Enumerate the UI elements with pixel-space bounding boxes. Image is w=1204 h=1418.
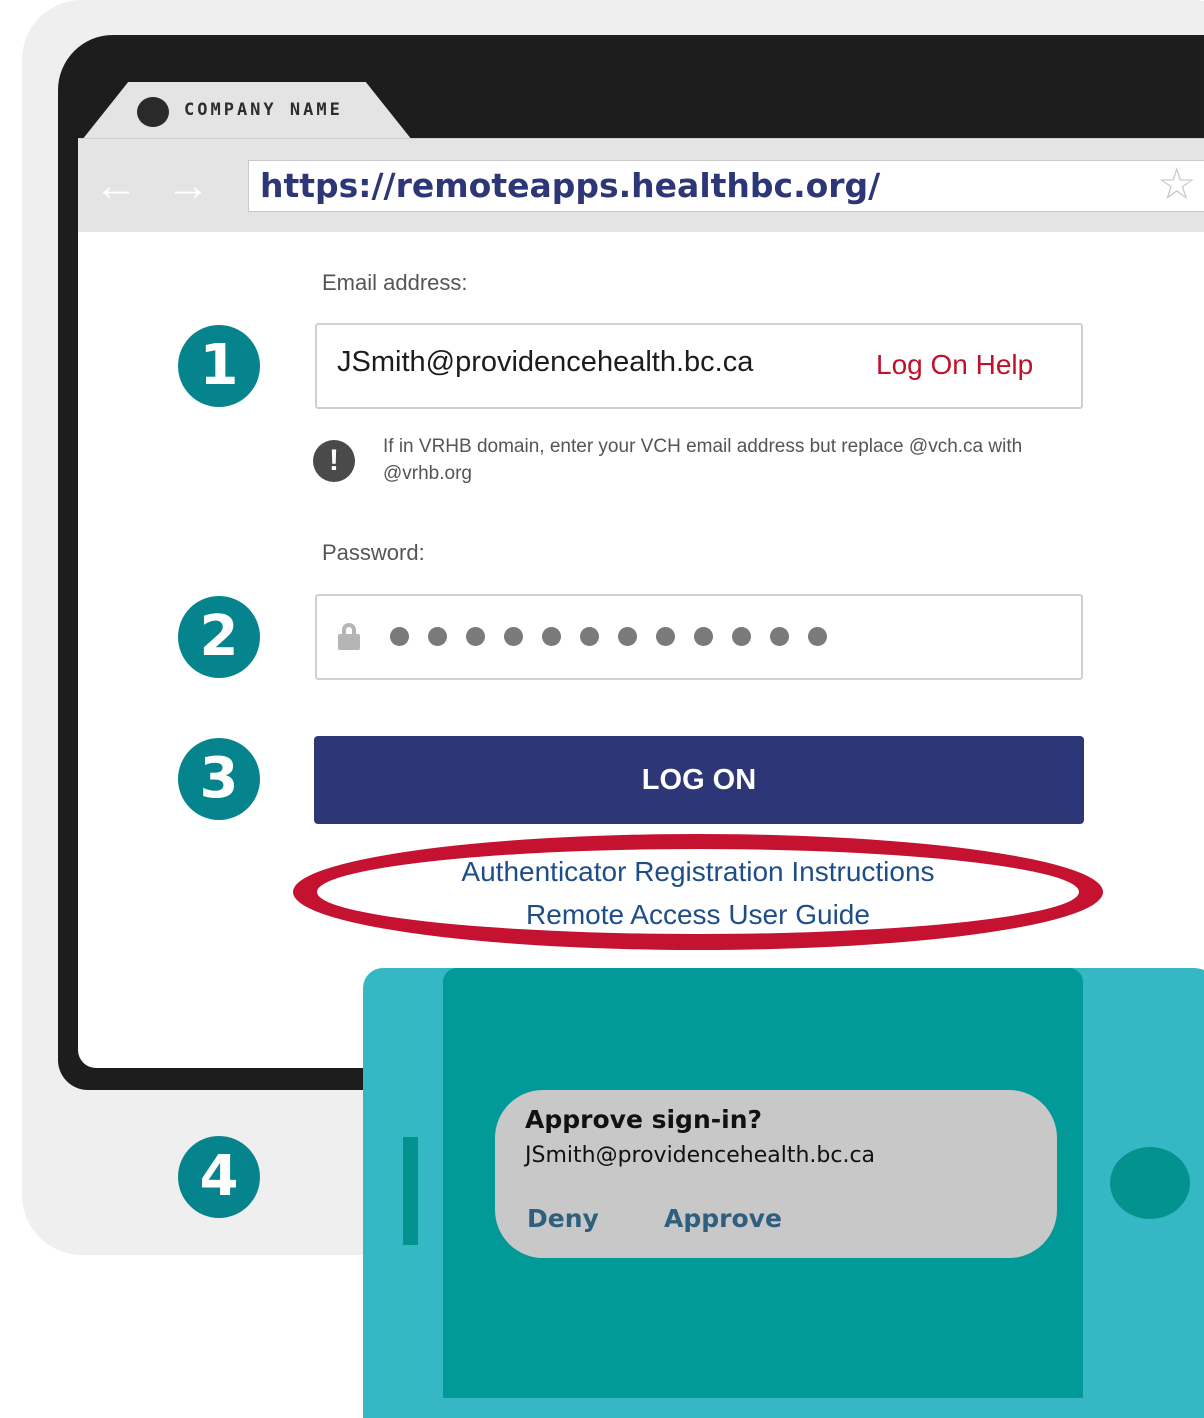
highlight-ellipse xyxy=(293,834,1103,950)
url-text[interactable]: https://remoteapps.healthbc.org/ xyxy=(260,166,880,205)
password-mask-dot xyxy=(732,627,751,646)
password-mask xyxy=(390,627,827,646)
authenticator-registration-link[interactable]: Authenticator Registration Instructions xyxy=(293,856,1103,888)
lock-icon xyxy=(338,623,360,651)
password-label: Password: xyxy=(322,540,425,565)
password-mask-dot xyxy=(694,627,713,646)
password-mask-dot xyxy=(808,627,827,646)
password-mask-dot xyxy=(618,627,637,646)
notification-title: Approve sign-in? xyxy=(525,1105,762,1134)
password-mask-dot xyxy=(542,627,561,646)
step-1-badge: 1 xyxy=(178,325,260,407)
phone-home-button[interactable] xyxy=(1110,1147,1190,1219)
password-mask-dot xyxy=(466,627,485,646)
deny-button[interactable]: Deny xyxy=(527,1204,599,1233)
tab-favicon xyxy=(137,97,169,127)
password-mask-dot xyxy=(770,627,789,646)
log-on-help-link[interactable]: Log On Help xyxy=(876,349,1033,381)
notification-email: JSmith@providencehealth.bc.ca xyxy=(525,1143,876,1168)
email-value[interactable]: JSmith@providencehealth.bc.ca xyxy=(337,346,753,379)
log-on-button[interactable]: LOG ON xyxy=(314,736,1084,824)
password-mask-dot xyxy=(580,627,599,646)
step-3-badge: 3 xyxy=(178,738,260,820)
step-2-badge: 2 xyxy=(178,596,260,678)
exclamation-icon: ! xyxy=(313,440,355,482)
domain-hint: If in VRHB domain, enter your VCH email … xyxy=(383,436,1023,484)
remote-access-user-guide-link[interactable]: Remote Access User Guide xyxy=(293,899,1103,931)
email-label: Email address: xyxy=(322,270,468,295)
password-mask-dot xyxy=(390,627,409,646)
back-arrow-icon[interactable]: ← xyxy=(94,160,138,212)
step-4-badge: 4 xyxy=(178,1136,260,1218)
password-mask-dot xyxy=(504,627,523,646)
tab-title: COMPANY NAME xyxy=(184,100,343,120)
password-mask-dot xyxy=(428,627,447,646)
forward-arrow-icon[interactable]: → xyxy=(166,160,210,212)
password-mask-dot xyxy=(656,627,675,646)
phone-speaker xyxy=(403,1137,418,1245)
approve-button[interactable]: Approve xyxy=(664,1204,782,1233)
star-icon[interactable]: ☆ xyxy=(1157,160,1196,210)
